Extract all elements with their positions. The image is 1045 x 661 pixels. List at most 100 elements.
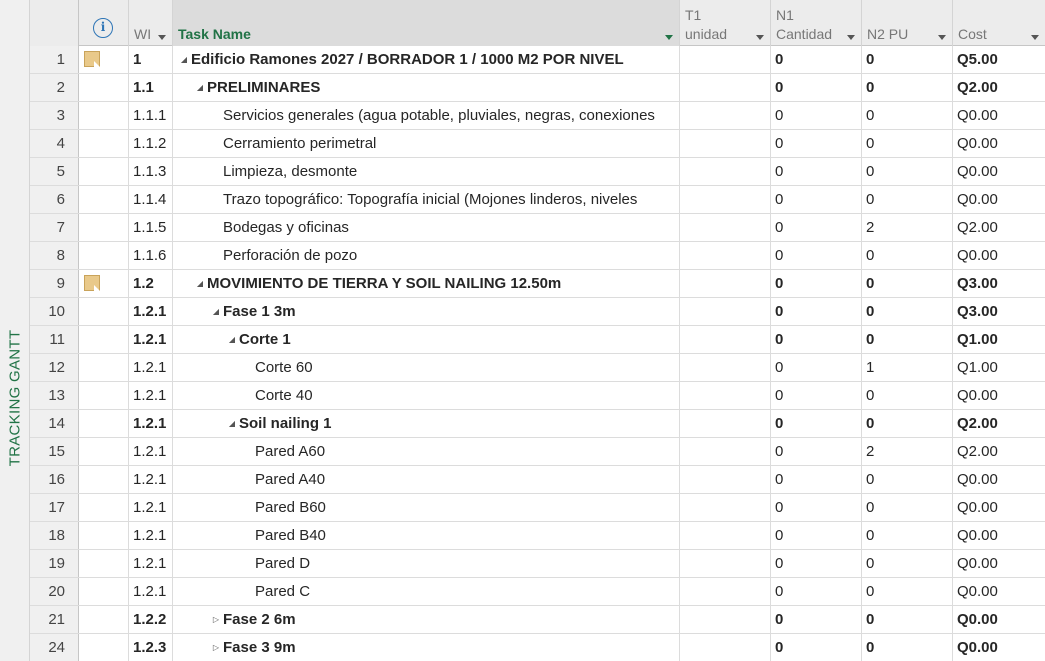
n1-cell[interactable]: 0 — [771, 438, 862, 465]
chevron-down-icon[interactable] — [665, 35, 673, 40]
cost-cell[interactable]: Q2.00 — [953, 74, 1045, 101]
t1-cell[interactable] — [680, 326, 771, 353]
row-id[interactable]: 8 — [30, 242, 79, 269]
indicators-cell[interactable] — [79, 634, 129, 661]
wbs-cell[interactable]: 1.2.1 — [129, 578, 173, 605]
chevron-down-icon[interactable] — [158, 35, 166, 40]
row-id[interactable]: 19 — [30, 550, 79, 577]
n2-cell[interactable]: 0 — [862, 270, 953, 297]
n1-cell[interactable]: 0 — [771, 74, 862, 101]
cost-cell[interactable]: Q0.00 — [953, 186, 1045, 213]
task-name-cell[interactable]: Corte 60 — [173, 354, 680, 381]
cost-cell[interactable]: Q1.00 — [953, 354, 1045, 381]
indicators-cell[interactable] — [79, 270, 129, 297]
wbs-cell[interactable]: 1.1 — [129, 74, 173, 101]
table-row[interactable]: 10 1.2.1 ◢ Fase 1 3m 0 0 Q3.00 — [30, 298, 1045, 326]
task-name-cell[interactable]: Perforación de pozo — [173, 242, 680, 269]
n1-cell[interactable]: 0 — [771, 382, 862, 409]
t1-cell[interactable] — [680, 410, 771, 437]
n2-cell[interactable]: 0 — [862, 242, 953, 269]
n1-cell[interactable]: 0 — [771, 494, 862, 521]
indicators-cell[interactable] — [79, 102, 129, 129]
task-name-cell[interactable]: Trazo topográfico: Topografía inicial (M… — [173, 186, 680, 213]
indicators-cell[interactable] — [79, 606, 129, 633]
indicators-cell[interactable] — [79, 214, 129, 241]
cost-cell[interactable]: Q0.00 — [953, 242, 1045, 269]
chevron-down-icon[interactable] — [1031, 35, 1039, 40]
t1-cell[interactable] — [680, 214, 771, 241]
n1-cell[interactable]: 0 — [771, 214, 862, 241]
cost-cell[interactable]: Q0.00 — [953, 158, 1045, 185]
n2-cell[interactable]: 1 — [862, 354, 953, 381]
task-name-cell[interactable]: Servicios generales (agua potable, pluvi… — [173, 102, 680, 129]
n2-cell[interactable]: 0 — [862, 74, 953, 101]
expand-icon[interactable]: ▷ — [211, 606, 221, 633]
task-name-cell[interactable]: Pared B40 — [173, 522, 680, 549]
n2-cell[interactable]: 0 — [862, 46, 953, 73]
task-name-cell[interactable]: Bodegas y oficinas — [173, 214, 680, 241]
n2-cell[interactable]: 0 — [862, 298, 953, 325]
chevron-down-icon[interactable] — [847, 35, 855, 40]
indicators-cell[interactable] — [79, 578, 129, 605]
cost-cell[interactable]: Q0.00 — [953, 578, 1045, 605]
row-id[interactable]: 11 — [30, 326, 79, 353]
column-header-n1[interactable]: N1 Cantidad — [771, 0, 862, 46]
task-name-cell[interactable]: ◢ MOVIMIENTO DE TIERRA Y SOIL NAILING 12.… — [173, 270, 680, 297]
t1-cell[interactable] — [680, 46, 771, 73]
row-id[interactable]: 13 — [30, 382, 79, 409]
note-icon[interactable] — [84, 51, 100, 67]
n2-cell[interactable]: 0 — [862, 102, 953, 129]
n2-cell[interactable]: 0 — [862, 522, 953, 549]
task-name-cell[interactable]: Cerramiento perimetral — [173, 130, 680, 157]
indicators-cell[interactable] — [79, 242, 129, 269]
table-row[interactable]: 17 1.2.1 Pared B60 0 0 Q0.00 — [30, 494, 1045, 522]
cost-cell[interactable]: Q0.00 — [953, 466, 1045, 493]
indicators-cell[interactable] — [79, 550, 129, 577]
task-name-cell[interactable]: ▷ Fase 2 6m — [173, 606, 680, 633]
table-row[interactable]: 11 1.2.1 ◢ Corte 1 0 0 Q1.00 — [30, 326, 1045, 354]
cost-cell[interactable]: Q5.00 — [953, 46, 1045, 73]
cost-cell[interactable]: Q3.00 — [953, 298, 1045, 325]
table-row[interactable]: 15 1.2.1 Pared A60 0 2 Q2.00 — [30, 438, 1045, 466]
task-name-cell[interactable]: ◢ Soil nailing 1 — [173, 410, 680, 437]
n1-cell[interactable]: 0 — [771, 158, 862, 185]
task-name-cell[interactable]: Corte 40 — [173, 382, 680, 409]
n1-cell[interactable]: 0 — [771, 298, 862, 325]
n2-cell[interactable]: 0 — [862, 606, 953, 633]
table-row[interactable]: 12 1.2.1 Corte 60 0 1 Q1.00 — [30, 354, 1045, 382]
task-name-cell[interactable]: Limpieza, desmonte — [173, 158, 680, 185]
row-id[interactable]: 20 — [30, 578, 79, 605]
cost-cell[interactable]: Q0.00 — [953, 550, 1045, 577]
n1-cell[interactable]: 0 — [771, 578, 862, 605]
row-id[interactable]: 17 — [30, 494, 79, 521]
note-icon[interactable] — [84, 275, 100, 291]
row-id[interactable]: 24 — [30, 634, 79, 661]
wbs-cell[interactable]: 1.1.1 — [129, 102, 173, 129]
collapse-icon[interactable]: ◢ — [179, 46, 189, 73]
indicators-cell[interactable] — [79, 74, 129, 101]
table-row[interactable]: 8 1.1.6 Perforación de pozo 0 0 Q0.00 — [30, 242, 1045, 270]
cost-cell[interactable]: Q2.00 — [953, 410, 1045, 437]
wbs-cell[interactable]: 1.2.1 — [129, 550, 173, 577]
cost-cell[interactable]: Q0.00 — [953, 606, 1045, 633]
table-row[interactable]: 6 1.1.4 Trazo topográfico: Topografía inic… — [30, 186, 1045, 214]
n2-cell[interactable]: 0 — [862, 130, 953, 157]
t1-cell[interactable] — [680, 158, 771, 185]
cost-cell[interactable]: Q0.00 — [953, 102, 1045, 129]
task-name-cell[interactable]: ◢ Fase 1 3m — [173, 298, 680, 325]
indicators-cell[interactable] — [79, 158, 129, 185]
table-row[interactable]: 24 1.2.3 ▷ Fase 3 9m 0 0 Q0.00 — [30, 634, 1045, 661]
table-row[interactable]: 9 1.2 ◢ MOVIMIENTO DE TIERRA Y SOIL NAILING… — [30, 270, 1045, 298]
cost-cell[interactable]: Q0.00 — [953, 382, 1045, 409]
collapse-icon[interactable]: ◢ — [195, 270, 205, 297]
table-row[interactable]: 21 1.2.2 ▷ Fase 2 6m 0 0 Q0.00 — [30, 606, 1045, 634]
indicators-cell[interactable] — [79, 382, 129, 409]
n2-cell[interactable]: 0 — [862, 578, 953, 605]
t1-cell[interactable] — [680, 606, 771, 633]
column-header-n2[interactable]: N2 PU — [862, 0, 953, 46]
table-row[interactable]: 18 1.2.1 Pared B40 0 0 Q0.00 — [30, 522, 1045, 550]
column-header-task-name[interactable]: Task Name — [173, 0, 680, 46]
n1-cell[interactable]: 0 — [771, 634, 862, 661]
n2-cell[interactable]: 0 — [862, 186, 953, 213]
wbs-cell[interactable]: 1.2.2 — [129, 606, 173, 633]
